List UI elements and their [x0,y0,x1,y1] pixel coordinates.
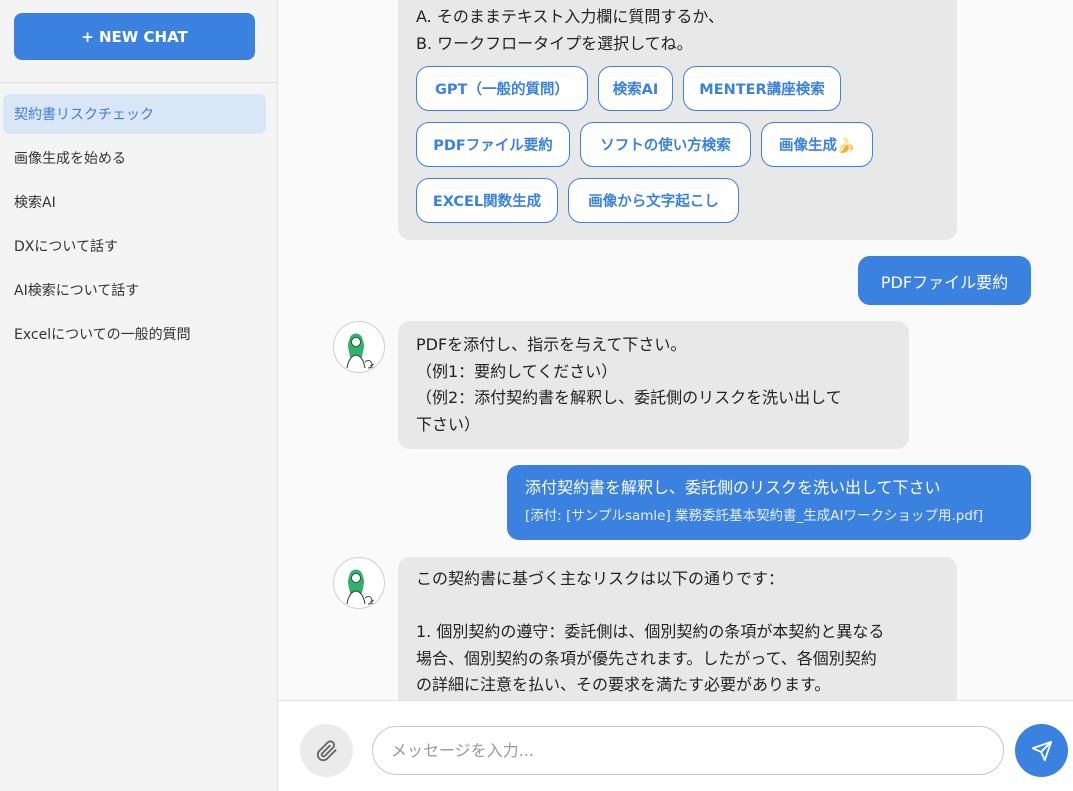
workflow-chip-image-to-text[interactable]: 画像から文字起こし [568,178,739,223]
workflow-chip-pdf-summary[interactable]: PDFファイル要約 [416,122,570,167]
user-message-with-attachment: 添付契約書を解釈し、委託側のリスクを洗い出して下さい [添付: [サンプルsam… [507,465,1031,540]
attachment-label[interactable]: [添付: [サンプルsamle] 業務委託基本契約書_生成AIワークショップ用.… [525,505,1013,527]
message-line: この契約書に基づく主なリスクは以下の通りです： [416,569,785,588]
sidebar-item-ai-search-talk[interactable]: AI検索について話す [3,270,266,310]
message-line [416,593,939,620]
message-line: 1. 個別契約の遵守：委託側は、個別契約の条項が本契約と異なる [416,622,885,641]
bot-avatar [333,557,385,609]
message-input[interactable] [372,726,1004,775]
attach-button[interactable] [300,724,353,777]
workflow-chip-menter-search[interactable]: MENTER講座検索 [683,66,841,111]
message-line: B. ワークフロータイプを選択してね。 [416,33,693,53]
sidebar-item-image-generation[interactable]: 画像生成を始める [3,138,266,178]
send-button[interactable] [1015,724,1068,777]
message-text: PDFファイル要約 [880,272,1009,292]
user-message: PDFファイル要約 [858,256,1031,305]
message-line: （例1：要約してください） [416,361,618,381]
bot-message: PDFを添付し、指示を与えて下さい。 （例1：要約してください） （例2：添付契… [398,321,909,449]
composer [278,700,1073,791]
chat-history-list: 契約書リスクチェック 画像生成を始める 検索AI DXについて話す AI検索につ… [3,94,266,358]
message-line: 下さい） [416,414,481,434]
send-icon [1031,740,1052,761]
sidebar-divider [0,82,277,83]
message-text: 添付契約書を解釈し、委託側のリスクを洗い出して下さい [525,478,941,497]
workflow-chip-software-howto[interactable]: ソフトの使い方検索 [580,122,751,167]
message-line: （例2：添付契約書を解釈し、委託側のリスクを洗い出して [416,388,842,407]
sidebar: + NEW CHAT 契約書リスクチェック 画像生成を始める 検索AI DXにつ… [0,0,278,791]
chat-area: A. そのままテキスト入力欄に質問するか、 B. ワークフロータイプを選択してね… [278,0,1073,700]
message-line: の詳細に注意を払い、その要求を満たす必要があります。 [416,675,831,694]
workflow-chip-excel-function[interactable]: EXCEL関数生成 [416,178,558,223]
workflow-chip-gpt[interactable]: GPT（一般的質問） [416,66,588,111]
message-line: PDFを添付し、指示を与えて下さい。 [416,335,687,354]
sidebar-item-dx-talk[interactable]: DXについて話す [3,226,266,266]
paperclip-icon [316,739,337,761]
new-chat-button[interactable]: + NEW CHAT [14,13,255,60]
message-line: 場合、個別契約の条項が優先されます。したがって、各個別契約 [416,648,877,668]
workflow-chip-image-generation[interactable]: 画像生成🍌 [761,122,873,167]
message-line: A. そのままテキスト入力欄に質問するか、 [416,7,725,26]
sidebar-item-excel-questions[interactable]: Excelについての一般的質問 [3,314,266,354]
bot-message-risk-analysis: この契約書に基づく主なリスクは以下の通りです： 1. 個別契約の遵守：委託側は、… [398,557,957,700]
workflow-chip-search-ai[interactable]: 検索AI [598,66,673,111]
sidebar-item-contract-risk-check[interactable]: 契約書リスクチェック [3,94,266,134]
sidebar-item-search-ai[interactable]: 検索AI [3,182,266,222]
bot-avatar [333,321,385,373]
